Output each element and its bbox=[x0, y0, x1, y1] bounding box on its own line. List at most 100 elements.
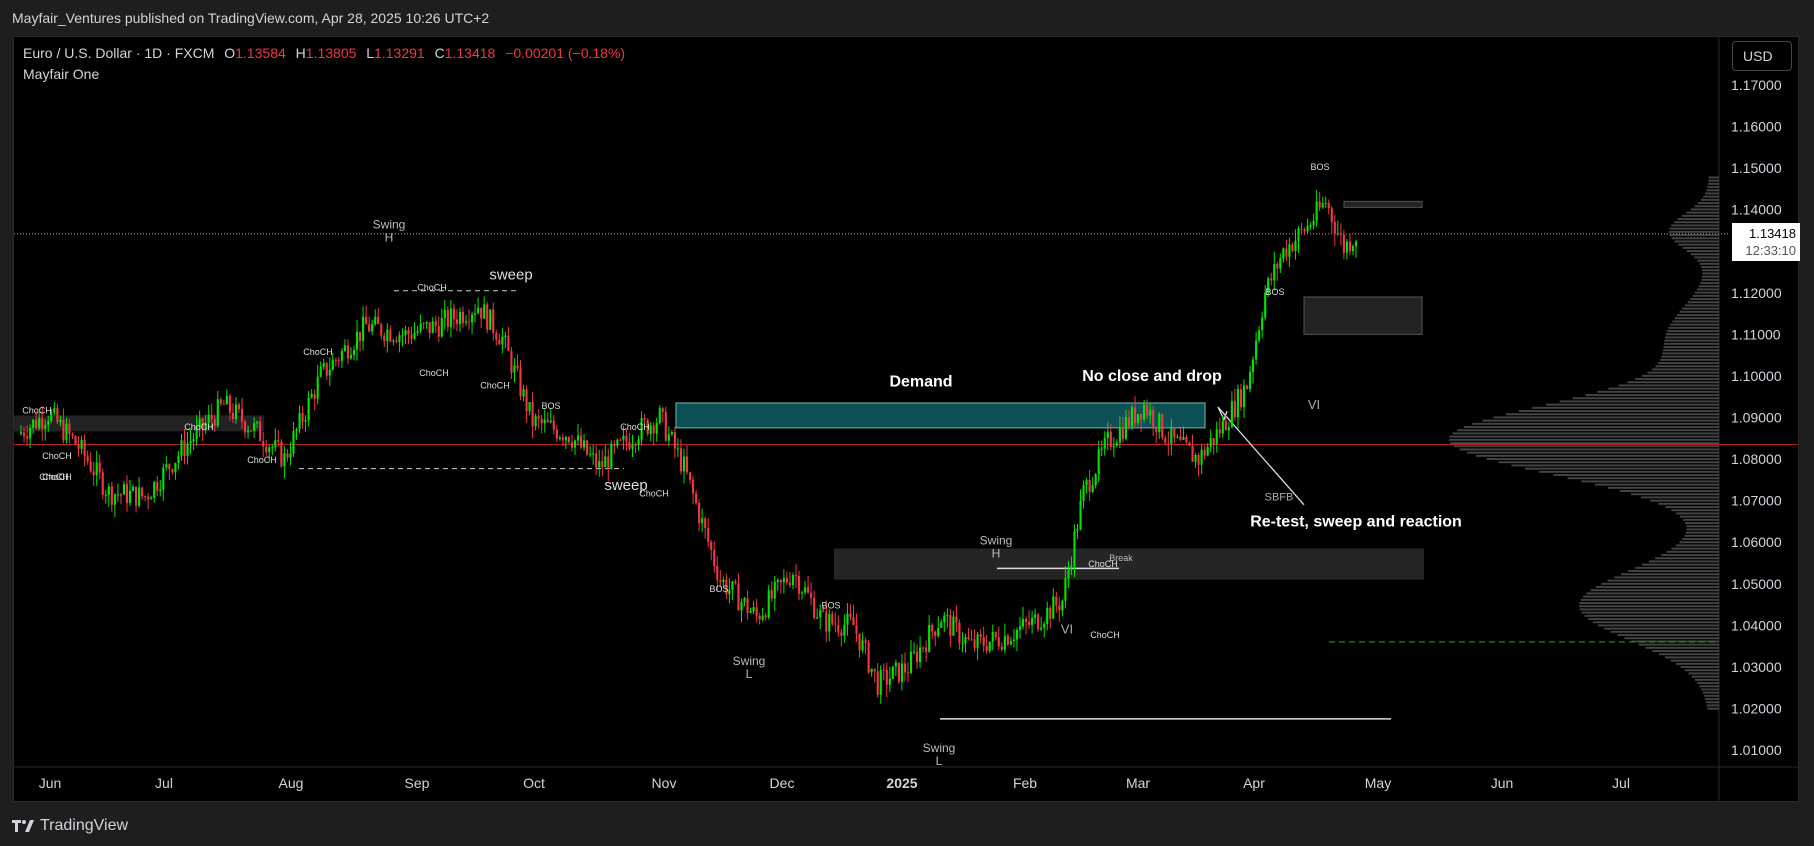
currency-button[interactable]: USD bbox=[1732, 41, 1792, 71]
candle-body bbox=[909, 651, 913, 673]
candle-body bbox=[1309, 225, 1312, 227]
time-tick-label: Oct bbox=[523, 775, 545, 791]
candle-body bbox=[19, 432, 23, 435]
candle-body bbox=[767, 590, 770, 618]
candle-body bbox=[758, 615, 761, 620]
volume-profile-bar bbox=[1655, 557, 1719, 560]
volume-profile-bar bbox=[1463, 426, 1719, 429]
candle-body bbox=[234, 404, 238, 419]
candle-body bbox=[240, 408, 244, 422]
volume-profile-bar bbox=[1595, 586, 1719, 589]
candle-body bbox=[637, 439, 640, 446]
candle-body bbox=[1321, 203, 1324, 208]
time-tick-label: Feb bbox=[1013, 775, 1037, 791]
candle-body bbox=[988, 641, 991, 652]
volume-profile-bar bbox=[1650, 499, 1719, 502]
price-tick-label: 1.10000 bbox=[1731, 368, 1782, 384]
candle-body bbox=[564, 437, 567, 441]
candle-body bbox=[383, 335, 386, 341]
volume-profile-bar bbox=[1671, 547, 1719, 550]
candle-body bbox=[876, 671, 879, 695]
candle-body bbox=[256, 421, 259, 424]
volume-profile-bar bbox=[1691, 675, 1719, 678]
candle-body bbox=[731, 581, 734, 590]
volume-profile-bar bbox=[1702, 691, 1719, 694]
candle-body bbox=[713, 549, 716, 567]
candle-body bbox=[900, 663, 903, 682]
candle-body bbox=[125, 484, 129, 504]
candle-body bbox=[368, 324, 371, 332]
vi-label: VI bbox=[1061, 622, 1073, 637]
candle-body bbox=[1076, 529, 1079, 532]
candle-body bbox=[77, 444, 80, 449]
chart-area[interactable]: 1.170001.160001.150001.140001.130001.120… bbox=[13, 36, 1800, 802]
volume-profile-bar bbox=[1590, 589, 1719, 592]
candle-body bbox=[395, 340, 398, 343]
candle-body bbox=[1091, 485, 1094, 492]
candle-body bbox=[919, 647, 922, 663]
candle-body bbox=[1327, 202, 1330, 209]
price-tick-label: 1.02000 bbox=[1731, 700, 1782, 716]
candle-body bbox=[1094, 474, 1097, 486]
candle-body bbox=[1288, 244, 1291, 257]
volume-profile-bar bbox=[1705, 192, 1719, 195]
volume-profile-bar bbox=[1466, 451, 1719, 454]
volume-profile-bar bbox=[1677, 218, 1719, 221]
volume-profile-bar bbox=[1647, 371, 1719, 374]
candle-body bbox=[159, 489, 162, 491]
candle-body bbox=[1112, 445, 1115, 448]
candle-body bbox=[870, 668, 873, 673]
volume-profile-bar bbox=[1610, 630, 1719, 633]
candle-body bbox=[873, 668, 876, 672]
tradingview-icon bbox=[12, 820, 34, 832]
candle-body bbox=[1152, 409, 1155, 428]
candle-body bbox=[543, 419, 546, 424]
candle-body bbox=[122, 484, 126, 495]
volume-profile-bar bbox=[1452, 432, 1719, 435]
candle-body bbox=[586, 440, 589, 455]
volume-profile-bar bbox=[1581, 611, 1719, 614]
volume-profile-bar bbox=[1581, 480, 1719, 483]
candle-body bbox=[116, 494, 119, 496]
candle-body bbox=[452, 308, 455, 320]
candle-body bbox=[422, 323, 425, 325]
candle-body bbox=[1191, 445, 1194, 462]
indicator-name[interactable]: Mayfair One bbox=[23, 66, 99, 82]
volume-profile-bar bbox=[1525, 467, 1719, 470]
candle-body bbox=[852, 617, 855, 626]
volume-profile-bar bbox=[1641, 374, 1719, 377]
imbalance-box bbox=[1303, 296, 1423, 335]
tradingview-logo[interactable]: TradingView bbox=[12, 817, 128, 835]
candle-body bbox=[940, 622, 943, 628]
candle-body bbox=[710, 542, 713, 550]
candle-body bbox=[253, 423, 256, 432]
candle-body bbox=[1146, 404, 1149, 416]
volume-profile-bar bbox=[1638, 643, 1719, 646]
volume-profile-bar bbox=[1588, 618, 1719, 621]
candle-body bbox=[349, 355, 353, 359]
volume-profile-bar bbox=[1598, 624, 1719, 627]
volume-profile-bar bbox=[1700, 198, 1719, 201]
candle-body bbox=[434, 321, 437, 327]
candle-body bbox=[1294, 240, 1297, 251]
candle-body bbox=[888, 678, 891, 685]
candle-body bbox=[516, 365, 519, 369]
volume-profile-bar bbox=[1482, 419, 1719, 422]
candle-body bbox=[44, 424, 47, 429]
candle-body bbox=[695, 493, 698, 504]
candle-body bbox=[80, 439, 83, 449]
candle-body bbox=[810, 592, 813, 599]
candle-body bbox=[761, 615, 764, 620]
candle-body bbox=[794, 575, 798, 577]
candle-body bbox=[1049, 607, 1052, 619]
price-chart[interactable]: 1.170001.160001.150001.140001.130001.120… bbox=[14, 37, 1798, 801]
volume-profile-bar bbox=[1665, 336, 1719, 339]
candle-body bbox=[973, 639, 976, 649]
volume-profile-bar bbox=[1652, 650, 1719, 653]
symbol-name[interactable]: Euro / U.S. Dollar · 1D · FXCM bbox=[23, 45, 214, 61]
candle-body bbox=[782, 578, 785, 583]
volume-profile-bar bbox=[1532, 406, 1719, 409]
candle-body bbox=[216, 399, 219, 426]
volume-profile-bar bbox=[1676, 314, 1719, 317]
candle-body bbox=[846, 613, 849, 625]
